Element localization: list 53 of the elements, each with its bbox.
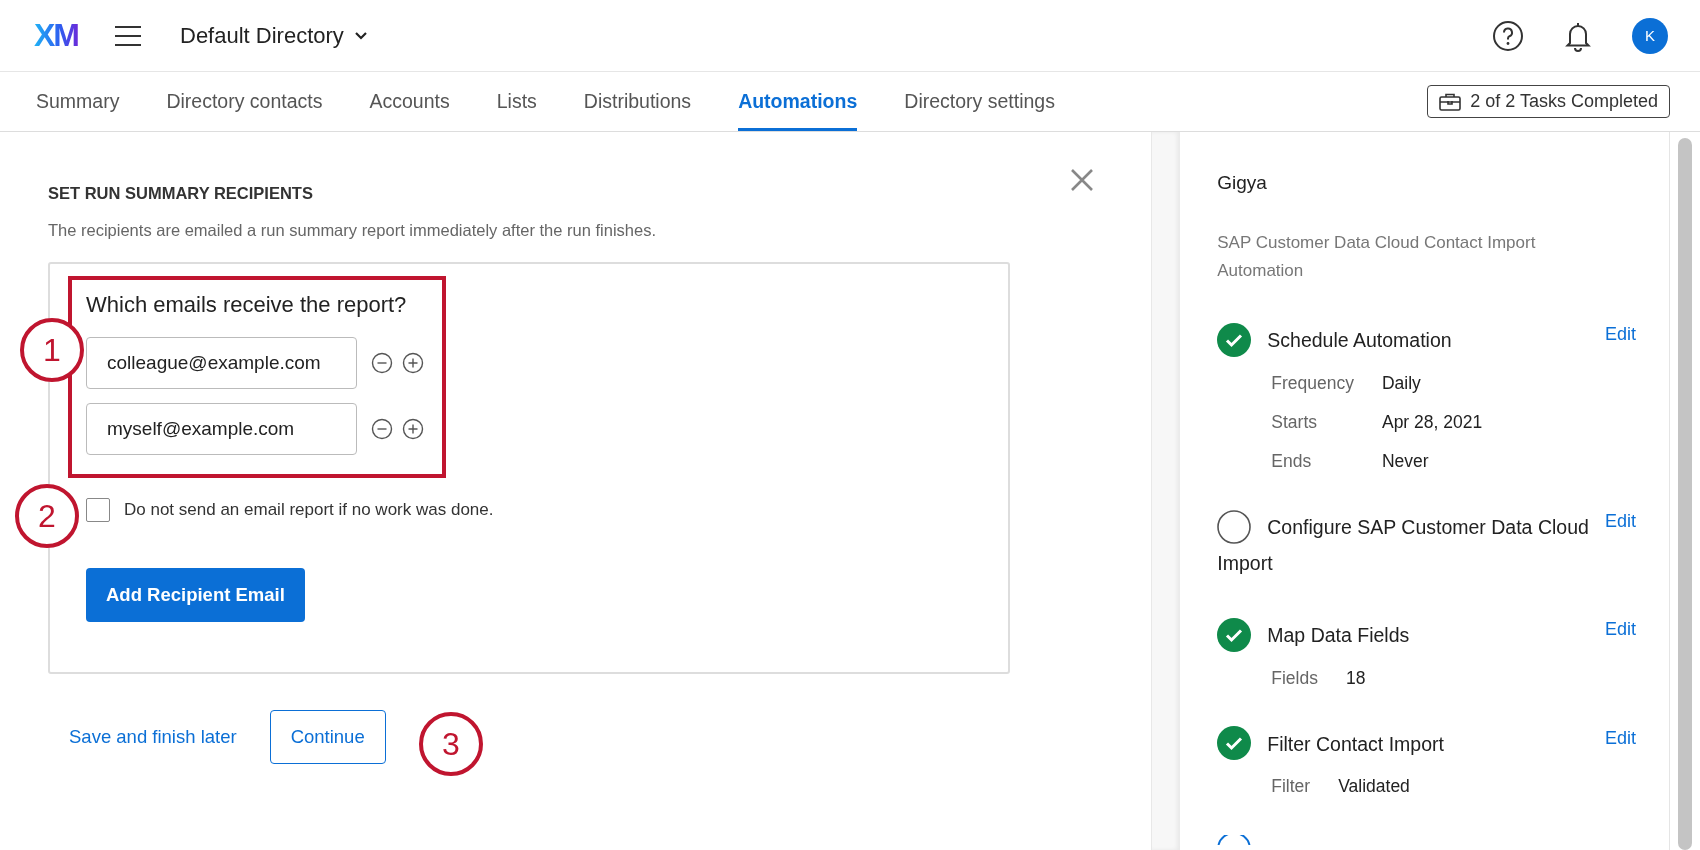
caret-icon — [353, 31, 368, 40]
email-field[interactable]: myself@example.com — [86, 403, 357, 455]
plus-icon[interactable] — [402, 418, 424, 440]
plus-icon[interactable] — [402, 352, 424, 374]
nav-tab[interactable]: Automations — [738, 72, 858, 131]
user-avatar[interactable]: K — [1632, 17, 1668, 54]
help-icon[interactable] — [1492, 19, 1524, 52]
callout-number: 2 — [15, 484, 79, 548]
checkbox[interactable] — [86, 498, 110, 522]
nav-tab[interactable]: Directory settings — [904, 72, 1055, 131]
minus-icon[interactable] — [371, 352, 393, 374]
step-title: Configure SAP Customer Data Cloud Import — [1217, 515, 1589, 574]
automation-name: SAP Customer Data Cloud Contact Import Automation — [1217, 232, 1537, 282]
nav-tab[interactable]: Lists — [496, 72, 537, 131]
detail-value: Never — [1381, 450, 1430, 472]
directory-dropdown[interactable]: Default Directory — [180, 22, 368, 49]
nav-tab[interactable]: Summary — [36, 72, 120, 131]
callout-number: 3 — [419, 712, 483, 776]
edit-link[interactable]: Edit — [1605, 317, 1636, 351]
detail-value: Validated — [1338, 776, 1410, 798]
step-title: Schedule Automation — [1267, 329, 1452, 351]
detail-value: 18 — [1345, 667, 1366, 689]
detail-label: Ends — [1271, 450, 1313, 472]
continue-button[interactable]: Continue — [269, 710, 386, 764]
save-later-link[interactable]: Save and finish later — [69, 726, 237, 748]
nav-tab[interactable]: Accounts — [369, 72, 450, 131]
question-text: Which emails receive the report? — [86, 292, 408, 318]
menu-icon[interactable] — [114, 24, 142, 47]
scrollbar-thumb[interactable] — [1678, 138, 1692, 850]
tasks-completed-button[interactable]: 2 of 2 Tasks Completed — [1427, 85, 1670, 118]
detail-value: Apr 28, 2021 — [1381, 411, 1483, 433]
minus-icon[interactable] — [371, 418, 393, 440]
checkbox-label: Do not send an email report if no work was done. — [124, 500, 494, 520]
email-field[interactable]: colleague@example.com — [86, 337, 357, 389]
section-title: SET RUN SUMMARY RECIPIENTS — [48, 184, 314, 203]
add-recipient-button[interactable]: Add Recipient Email — [86, 568, 305, 622]
source-name: Gigya — [1217, 172, 1268, 194]
detail-label: Filter — [1271, 776, 1311, 798]
detail-value: Daily — [1381, 372, 1422, 394]
close-icon[interactable] — [1071, 169, 1093, 191]
briefcase-icon — [1439, 92, 1462, 111]
detail-label: Frequency — [1271, 372, 1354, 394]
nav-tab[interactable]: Distributions — [583, 72, 692, 131]
edit-link[interactable]: Edit — [1605, 611, 1636, 646]
step-title: Filter Contact Import — [1267, 732, 1444, 755]
callout-number: 1 — [20, 318, 84, 382]
step-title: Map Data Fields — [1267, 623, 1410, 646]
detail-label: Fields — [1271, 667, 1318, 689]
section-description: The recipients are emailed a run summary report immediately after the run finishes. — [48, 221, 657, 240]
edit-link[interactable]: Edit — [1605, 503, 1636, 538]
nav-tab[interactable]: Directory contacts — [166, 72, 323, 131]
detail-label: Starts — [1271, 411, 1318, 433]
edit-link[interactable]: Edit — [1605, 720, 1636, 755]
